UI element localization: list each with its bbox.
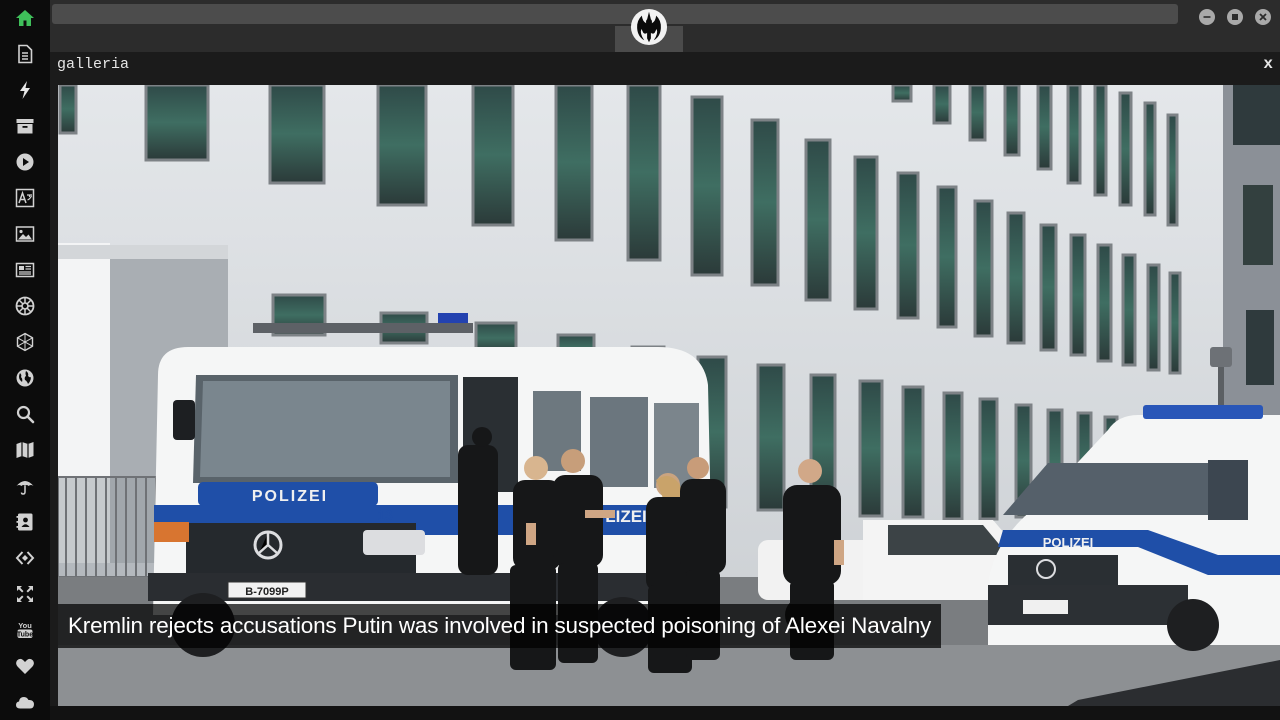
close-window-button[interactable] [1255, 9, 1271, 25]
panel-title: galleria [57, 56, 130, 73]
sidebar-item-contacts[interactable] [12, 509, 38, 535]
sidebar-item-network[interactable] [12, 329, 38, 355]
sidebar-item-weather[interactable] [12, 473, 38, 499]
top-bar [50, 0, 1280, 52]
maximize-button[interactable] [1227, 9, 1243, 25]
address-bar[interactable] [52, 4, 1178, 24]
hexagon-network-icon [16, 332, 34, 352]
close-icon [1259, 13, 1267, 21]
maximize-icon [1232, 14, 1238, 20]
archive-icon [16, 119, 34, 134]
image-icon [15, 226, 35, 242]
code-diamond-icon [15, 551, 35, 565]
sidebar-item-fullscreen[interactable] [12, 581, 38, 607]
sidebar-item-youtube[interactable]: You Tube [12, 617, 38, 643]
home-icon [16, 10, 34, 26]
sidebar-item-favorites[interactable] [12, 653, 38, 679]
play-icon [16, 153, 34, 171]
van-plate: B-7099P [245, 586, 288, 598]
translate-icon [15, 188, 35, 208]
minimize-icon [1203, 16, 1211, 18]
youtube-icon: You Tube [17, 621, 33, 639]
sidebar-item-cloud[interactable] [12, 689, 38, 715]
minimize-button[interactable] [1199, 9, 1215, 25]
van2-polizei-label: POLIZEI [1043, 535, 1094, 550]
sidebar-item-search[interactable] [12, 401, 38, 427]
sidebar-item-video[interactable] [12, 149, 38, 175]
sidebar-item-map[interactable] [12, 437, 38, 463]
globe-icon [16, 369, 34, 387]
svg-text:You: You [18, 621, 32, 630]
sidebar-item-news[interactable] [12, 257, 38, 283]
contact-card-icon [16, 513, 33, 531]
panel-close-button[interactable]: x [1263, 55, 1273, 73]
image-caption: Kremlin rejects accusations Putin was in… [58, 604, 942, 648]
panel-header: galleria x [50, 52, 1280, 85]
search-icon [16, 405, 35, 424]
newspaper-icon [15, 262, 35, 278]
cloud-icon [16, 697, 34, 709]
bottom-strip [50, 706, 1280, 720]
empire-icon [15, 296, 35, 316]
svg-text:Tube: Tube [17, 632, 33, 639]
heart-icon [16, 658, 34, 674]
sidebar-item-images[interactable] [12, 221, 38, 247]
sidebar-item-archive[interactable] [12, 113, 38, 139]
sidebar-item-web[interactable] [12, 365, 38, 391]
van-polizei-label: POLIZEI [252, 488, 328, 505]
sidebar-item-home[interactable] [12, 5, 38, 31]
umbrella-icon [16, 481, 34, 495]
document-icon [18, 44, 33, 64]
sidebar-item-empire[interactable] [12, 293, 38, 319]
map-icon [16, 442, 34, 458]
expand-icon [17, 586, 33, 602]
van-number: 13 [377, 507, 393, 523]
rebel-alliance-icon[interactable] [630, 8, 668, 46]
sidebar-item-documents[interactable] [12, 41, 38, 67]
sidebar: You Tube [0, 0, 50, 720]
lightning-icon [20, 81, 30, 99]
sidebar-item-translate[interactable] [12, 185, 38, 211]
sidebar-item-code[interactable] [12, 545, 38, 571]
sidebar-item-flash[interactable] [12, 77, 38, 103]
